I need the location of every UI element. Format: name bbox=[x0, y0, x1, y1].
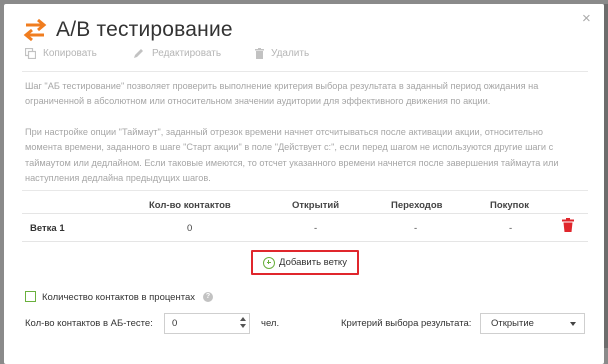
criterion-label: Критерий выбора результата: bbox=[341, 318, 472, 329]
spin-down-icon[interactable] bbox=[240, 324, 246, 328]
cell-opens: - bbox=[314, 223, 318, 234]
unit-label: чел. bbox=[261, 318, 280, 329]
ab-test-arrows-icon bbox=[23, 18, 47, 42]
ab-test-modal: А/В тестирование × Копировать Редактиров… bbox=[4, 4, 604, 364]
percent-checkbox[interactable] bbox=[25, 291, 36, 302]
number-spinner[interactable] bbox=[239, 316, 247, 331]
spin-up-icon[interactable] bbox=[240, 317, 246, 321]
branch-name: Ветка 1 bbox=[30, 223, 65, 234]
description-line: ограниченной в абсолютном или относитель… bbox=[25, 96, 491, 107]
copy-label: Копировать bbox=[43, 48, 97, 59]
column-header-contacts: Кол-во контактов bbox=[149, 200, 231, 211]
trash-icon bbox=[255, 48, 264, 59]
percent-checkbox-label[interactable]: Количество контактов в процентах bbox=[42, 292, 195, 303]
description-line: При настройке опции "Таймаут", заданный … bbox=[25, 127, 544, 137]
cell-purchases: - bbox=[509, 223, 513, 234]
cell-clicks: - bbox=[414, 223, 418, 234]
modal-title: А/В тестирование bbox=[56, 18, 233, 41]
description-line: таймаутом или дедлайном. Если таковые им… bbox=[25, 157, 559, 168]
column-header-clicks: Переходов bbox=[391, 200, 443, 211]
chevron-down-icon bbox=[570, 322, 576, 326]
description-paragraph-1: Шаг "АБ тестирование" позволяет проверит… bbox=[25, 79, 585, 110]
table-divider bbox=[22, 213, 588, 214]
pencil-icon bbox=[134, 49, 143, 58]
contacts-count-input[interactable]: 0 bbox=[164, 313, 250, 334]
description-paragraph-2: При настройке опции "Таймаут", заданный … bbox=[25, 125, 585, 186]
plus-circle-icon bbox=[263, 256, 276, 269]
copy-button[interactable]: Копировать bbox=[25, 48, 97, 59]
add-branch-label: Добавить ветку bbox=[279, 257, 347, 268]
description-line: момента времени, заданного в шаге "Старт… bbox=[25, 142, 554, 153]
criterion-value: Открытие bbox=[491, 318, 534, 329]
cell-contacts: 0 bbox=[187, 223, 193, 234]
edit-button[interactable]: Редактировать bbox=[133, 48, 221, 59]
column-header-opens: Открытий bbox=[292, 200, 340, 211]
description-line: наступления дедлайна предыдущих шагов. bbox=[25, 172, 211, 183]
copy-icon bbox=[25, 48, 36, 59]
edit-label: Редактировать bbox=[152, 48, 222, 59]
page-scrollbar[interactable] bbox=[604, 4, 608, 348]
table-divider bbox=[22, 241, 588, 242]
divider bbox=[22, 71, 588, 72]
delete-branch-icon[interactable] bbox=[562, 218, 574, 232]
description-line: Шаг "АБ тестирование" позволяет проверит… bbox=[25, 81, 539, 91]
divider bbox=[22, 190, 588, 191]
add-branch-button[interactable]: Добавить ветку bbox=[251, 250, 359, 275]
delete-label: Удалить bbox=[271, 48, 310, 59]
column-header-purchases: Покупок bbox=[490, 200, 529, 211]
contacts-count-label: Кол-во контактов в АБ-тесте: bbox=[25, 318, 153, 329]
criterion-select[interactable]: Открытие bbox=[480, 313, 585, 334]
contacts-count-value: 0 bbox=[172, 318, 178, 329]
close-icon[interactable]: × bbox=[582, 10, 591, 27]
help-icon[interactable]: ? bbox=[203, 292, 213, 302]
delete-button[interactable]: Удалить bbox=[255, 48, 309, 59]
